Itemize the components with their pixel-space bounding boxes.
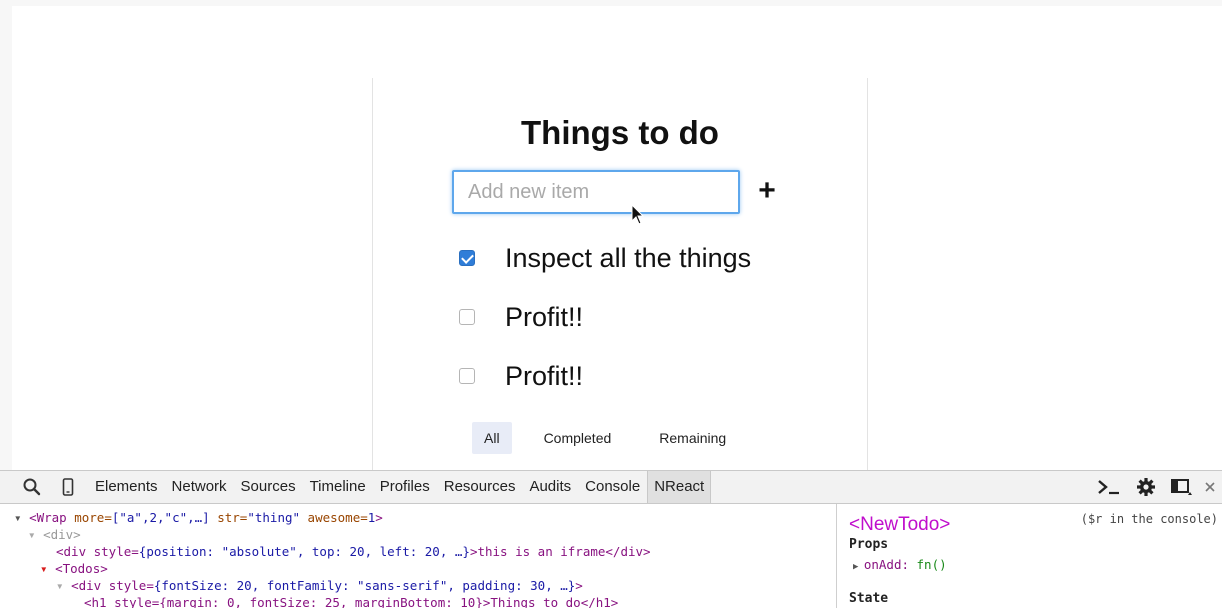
expand-triangle-icon[interactable]: ▾	[56, 578, 71, 593]
page-viewport: Things to do + Inspect all the things Pr…	[0, 0, 1222, 470]
mouse-cursor-icon	[631, 204, 645, 225]
props-heading: Props	[849, 537, 889, 552]
filter-all[interactable]: All	[472, 422, 512, 454]
prop-key: onAdd:	[863, 557, 909, 572]
selected-component-name: <NewTodo>	[849, 514, 951, 535]
tab-network[interactable]: Network	[165, 471, 234, 503]
todo-item: Inspect all the things	[459, 238, 751, 278]
filter-remaining[interactable]: Remaining	[647, 422, 738, 454]
todo-text: Profit!!	[505, 301, 584, 332]
tree-node-styled-div[interactable]: ▾ <div style={fontSize: 20, fontFamily: …	[56, 577, 583, 595]
gear-icon[interactable]	[1136, 477, 1156, 497]
tab-nreact[interactable]: NReact	[647, 471, 712, 503]
todo-item: Profit!!	[459, 297, 583, 337]
tab-timeline[interactable]: Timeline	[303, 471, 373, 503]
todo-checkbox[interactable]	[459, 309, 475, 325]
filter-completed[interactable]: Completed	[532, 422, 624, 454]
devtools-tabs: Elements Network Sources Timeline Profil…	[88, 471, 712, 503]
tree-node-div[interactable]: ▾ <div>	[28, 526, 81, 544]
tab-audits[interactable]: Audits	[522, 471, 578, 503]
tree-node-iframe-div[interactable]: <div style={position: "absolute", top: 2…	[56, 543, 651, 561]
console-drawer-icon[interactable]	[1096, 478, 1122, 496]
todo-item: Profit!!	[459, 356, 583, 396]
expand-triangle-icon[interactable]: ▾	[28, 527, 43, 542]
component-tree: ▾ <Wrap more=["a",2,"c",…] str="thing" a…	[0, 504, 836, 608]
tab-profiles[interactable]: Profiles	[373, 471, 437, 503]
new-item-input[interactable]	[452, 170, 740, 214]
expand-triangle-icon[interactable]: ▶	[853, 562, 864, 572]
devtools-toolbar: Elements Network Sources Timeline Profil…	[0, 471, 1222, 504]
tab-elements[interactable]: Elements	[88, 471, 165, 503]
tab-console[interactable]: Console	[578, 471, 647, 503]
search-icon[interactable]	[22, 477, 42, 497]
tab-resources[interactable]: Resources	[437, 471, 523, 503]
tree-node-h1[interactable]: <h1 style={margin: 0, fontSize: 25, marg…	[84, 594, 618, 608]
console-hint: ($r in the console)	[1080, 512, 1218, 526]
todo-checkbox[interactable]	[459, 250, 475, 266]
state-heading: State	[849, 591, 889, 606]
expand-triangle-icon[interactable]: ▾	[14, 510, 29, 525]
tree-node-todos[interactable]: ▾ <Todos>	[40, 560, 108, 578]
add-item-button[interactable]: +	[754, 174, 780, 208]
todo-text: Inspect all the things	[505, 242, 752, 273]
prop-row[interactable]: ▶ onAdd: fn()	[853, 557, 947, 572]
tree-node-wrap[interactable]: ▾ <Wrap more=["a",2,"c",…] str="thing" a…	[14, 509, 383, 527]
device-mode-icon[interactable]	[58, 477, 78, 497]
expand-triangle-icon[interactable]: ▾	[40, 561, 55, 576]
app-title-text: Things to do	[521, 114, 719, 151]
todo-text: Profit!!	[505, 360, 584, 391]
devtools-toolbar-actions	[1082, 471, 1216, 503]
filter-bar: All Completed Remaining	[472, 422, 762, 454]
close-icon[interactable]	[1204, 481, 1216, 493]
app-title: Things to do	[0, 114, 1222, 152]
tab-sources[interactable]: Sources	[234, 471, 303, 503]
todo-checkbox[interactable]	[459, 368, 475, 384]
devtools-panel: Elements Network Sources Timeline Profil…	[0, 470, 1222, 608]
prop-value: fn()	[916, 557, 947, 572]
component-sidebar: <NewTodo> ($r in the console) Props ▶ on…	[837, 504, 1222, 608]
dock-side-icon[interactable]	[1170, 477, 1194, 497]
